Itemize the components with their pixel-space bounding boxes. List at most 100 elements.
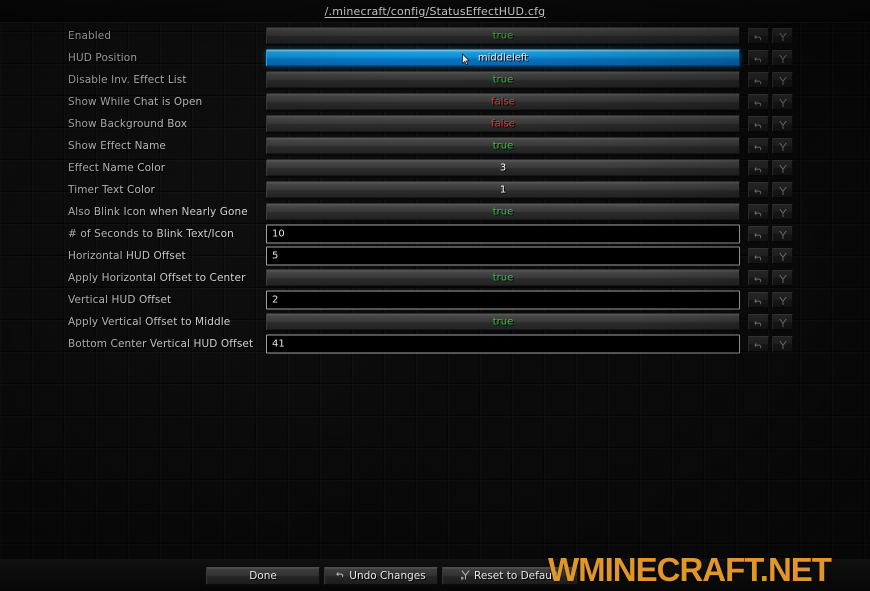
- config-value-input[interactable]: 2: [266, 290, 740, 310]
- reset-to-default-icon: [778, 291, 787, 310]
- row-undo-button[interactable]: [748, 292, 769, 308]
- row-reset-button[interactable]: [772, 50, 793, 66]
- reset-to-default-icon: [460, 569, 470, 583]
- row-action-buttons: [748, 138, 793, 154]
- row-undo-button[interactable]: [748, 94, 769, 110]
- row-undo-button[interactable]: [748, 138, 769, 154]
- config-row: Horizontal HUD Offset 5: [0, 245, 870, 267]
- config-row-label: # of Seconds to Blink Text/Icon: [68, 228, 234, 240]
- config-row-label: Bottom Center Vertical HUD Offset: [68, 338, 254, 350]
- config-value-input[interactable]: 5: [266, 246, 740, 266]
- config-value-button[interactable]: true: [266, 137, 740, 155]
- undo-arrow-icon: [754, 203, 763, 222]
- row-reset-button[interactable]: [772, 204, 793, 220]
- row-undo-button[interactable]: [748, 270, 769, 286]
- config-row: Also Blink Icon when Nearly Gone true: [0, 201, 870, 223]
- config-row-label: Apply Vertical Offset to Middle: [68, 316, 231, 328]
- config-value-button[interactable]: 3: [266, 159, 740, 177]
- row-reset-button[interactable]: [772, 248, 793, 264]
- row-action-buttons: [748, 116, 793, 132]
- row-reset-button[interactable]: [772, 116, 793, 132]
- config-row: Effect Name Color 3: [0, 157, 870, 179]
- reset-to-default-icon: [778, 203, 787, 222]
- page-title: /.minecraft/config/StatusEffectHUD.cfg: [324, 4, 546, 18]
- undo-arrow-icon: [336, 570, 345, 582]
- reset-to-default-icon: [778, 247, 787, 266]
- row-reset-button[interactable]: [772, 138, 793, 154]
- row-action-buttons: [748, 248, 793, 264]
- row-undo-button[interactable]: [748, 204, 769, 220]
- row-action-buttons: [748, 292, 793, 308]
- config-value-button[interactable]: true: [266, 71, 740, 89]
- reset-to-default-button[interactable]: Reset to Default: [442, 567, 578, 585]
- row-undo-button[interactable]: [748, 226, 769, 242]
- undo-arrow-icon: [754, 137, 763, 156]
- reset-to-default-icon: [778, 49, 787, 68]
- reset-to-default-icon: [778, 27, 787, 46]
- row-undo-button[interactable]: [748, 336, 769, 352]
- config-value-text: 1: [499, 184, 507, 196]
- config-row: Show Effect Name true: [0, 135, 870, 157]
- row-undo-button[interactable]: [748, 116, 769, 132]
- reset-to-default-icon: [778, 93, 787, 112]
- row-action-buttons: [748, 204, 793, 220]
- config-row-label: Effect Name Color: [68, 162, 166, 174]
- row-reset-button[interactable]: [772, 226, 793, 242]
- undo-arrow-icon: [754, 225, 763, 244]
- config-value-button[interactable]: true: [266, 313, 740, 331]
- reset-to-default-icon: [778, 181, 787, 200]
- config-value-button[interactable]: middleleft: [266, 49, 740, 67]
- row-action-buttons: [748, 336, 793, 352]
- row-undo-button[interactable]: [748, 160, 769, 176]
- config-value-button[interactable]: true: [266, 203, 740, 221]
- config-value-text: true: [492, 206, 514, 218]
- row-reset-button[interactable]: [772, 160, 793, 176]
- row-undo-button[interactable]: [748, 50, 769, 66]
- row-reset-button[interactable]: [772, 94, 793, 110]
- config-value-button[interactable]: true: [266, 269, 740, 287]
- row-reset-button[interactable]: [772, 292, 793, 308]
- undo-arrow-icon: [754, 313, 763, 332]
- row-reset-button[interactable]: [772, 182, 793, 198]
- config-row: Show While Chat is Open false: [0, 91, 870, 113]
- row-undo-button[interactable]: [748, 248, 769, 264]
- row-action-buttons: [748, 50, 793, 66]
- undo-arrow-icon: [754, 335, 763, 354]
- config-value-button[interactable]: false: [266, 93, 740, 111]
- row-reset-button[interactable]: [772, 270, 793, 286]
- mouse-cursor-icon: [462, 53, 470, 66]
- config-value-button[interactable]: true: [266, 27, 740, 45]
- row-action-buttons: [748, 182, 793, 198]
- config-row: Bottom Center Vertical HUD Offset 41: [0, 333, 870, 355]
- config-row-list: Enabled true HUD Position middleleft Disable…: [0, 25, 870, 355]
- config-row-label: Show Effect Name: [68, 140, 166, 152]
- row-undo-button[interactable]: [748, 72, 769, 88]
- row-reset-button[interactable]: [772, 336, 793, 352]
- config-row-label: Horizontal HUD Offset: [68, 250, 186, 262]
- reset-to-default-icon: [778, 159, 787, 178]
- config-row: Enabled true: [0, 25, 870, 47]
- config-row: Show Background Box false: [0, 113, 870, 135]
- config-value-button[interactable]: 1: [266, 181, 740, 199]
- row-undo-button[interactable]: [748, 314, 769, 330]
- done-button[interactable]: Done: [206, 567, 320, 585]
- row-reset-button[interactable]: [772, 72, 793, 88]
- config-value-input[interactable]: 10: [266, 224, 740, 244]
- config-value-input[interactable]: 41: [266, 334, 740, 354]
- row-reset-button[interactable]: [772, 28, 793, 44]
- row-undo-button[interactable]: [748, 182, 769, 198]
- reset-to-default-icon: [778, 335, 787, 354]
- undo-changes-button[interactable]: Undo Changes: [324, 567, 438, 585]
- row-action-buttons: [748, 270, 793, 286]
- row-undo-button[interactable]: [748, 28, 769, 44]
- row-reset-button[interactable]: [772, 314, 793, 330]
- undo-changes-label: Undo Changes: [349, 570, 426, 582]
- window-header: /.minecraft/config/StatusEffectHUD.cfg: [0, 0, 870, 22]
- config-row-label: HUD Position: [68, 52, 138, 64]
- row-action-buttons: [748, 314, 793, 330]
- reset-to-default-icon: [778, 137, 787, 156]
- row-action-buttons: [748, 226, 793, 242]
- config-value-button[interactable]: false: [266, 115, 740, 133]
- config-row: Apply Vertical Offset to Middle true: [0, 311, 870, 333]
- bottom-button-bar: Done Undo Changes Reset to Default: [0, 560, 870, 591]
